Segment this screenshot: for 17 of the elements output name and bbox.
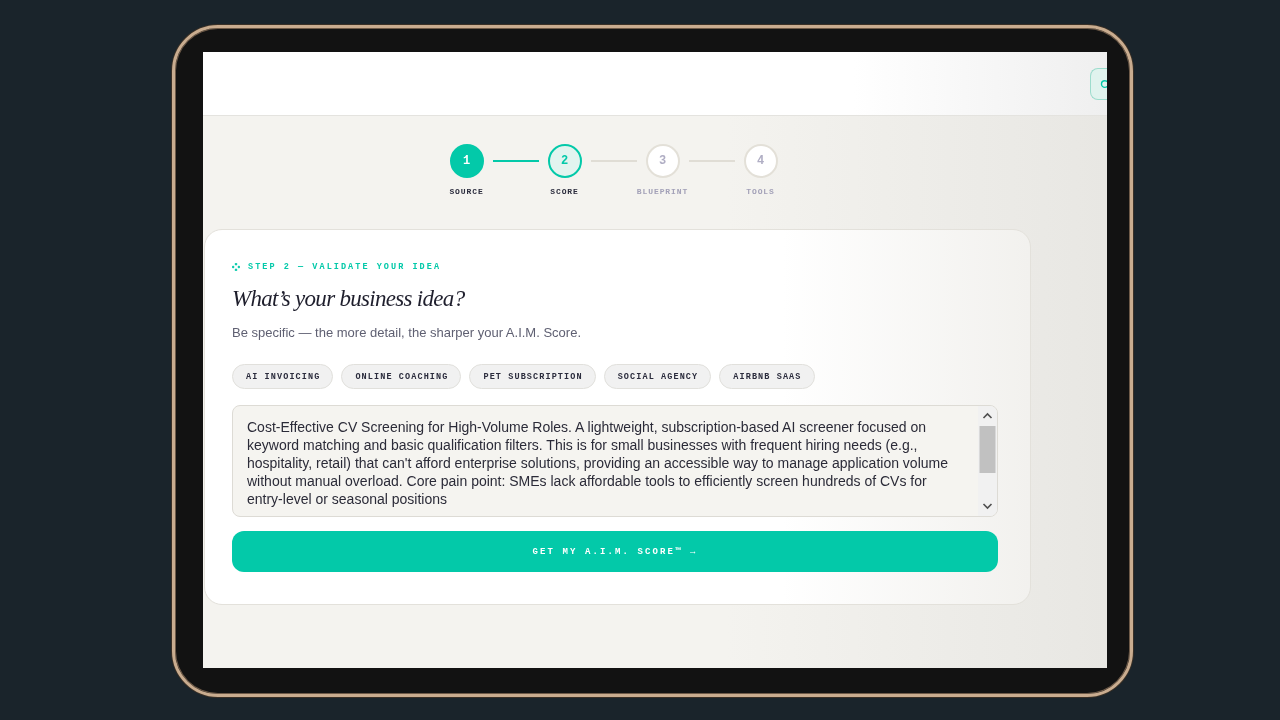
step-label: SOURCE bbox=[449, 187, 484, 197]
step-eyebrow: STEP 2 — VALIDATE YOUR IDEA bbox=[248, 261, 442, 273]
header-icon-button[interactable] bbox=[1090, 68, 1107, 100]
suggestion-chip[interactable]: AI INVOICING bbox=[232, 364, 334, 389]
suggestion-chip[interactable]: PET SUBSCRIPTION bbox=[469, 364, 596, 389]
card-subtitle: Be specific — the more detail, the sharper your A.I.M. Score. bbox=[232, 324, 581, 342]
card-title: What’s your business idea? bbox=[232, 285, 465, 313]
step-label: SCORE bbox=[550, 187, 579, 197]
idea-field[interactable]: Cost-Effective CV Screening for High-Volume Roles. A lightweight, subscription-based AI screener focused on keyword matching and basic qualification filters. This is for small businesses with frequent hiring needs (e.g., hospitality, retail) that can't afford enterprise solutions, providing an accessible way to manage application volume without manual overload. Core pain point: SMEs lack affordable tools to efficiently screen hundreds of CVs for entry-level or seasonal positions bbox=[232, 405, 998, 517]
ring-icon bbox=[1100, 79, 1107, 89]
diamond-icon bbox=[232, 263, 240, 271]
step-label: TOOLS bbox=[746, 187, 775, 197]
suggestion-chip[interactable]: ONLINE COACHING bbox=[341, 364, 462, 389]
step-label: BLUEPRINT bbox=[636, 187, 689, 197]
suggestion-chip[interactable]: SOCIAL AGENCY bbox=[603, 364, 712, 389]
suggestion-chip[interactable]: AIRBNB SAAS bbox=[719, 364, 815, 389]
scrollbar[interactable] bbox=[978, 406, 997, 516]
